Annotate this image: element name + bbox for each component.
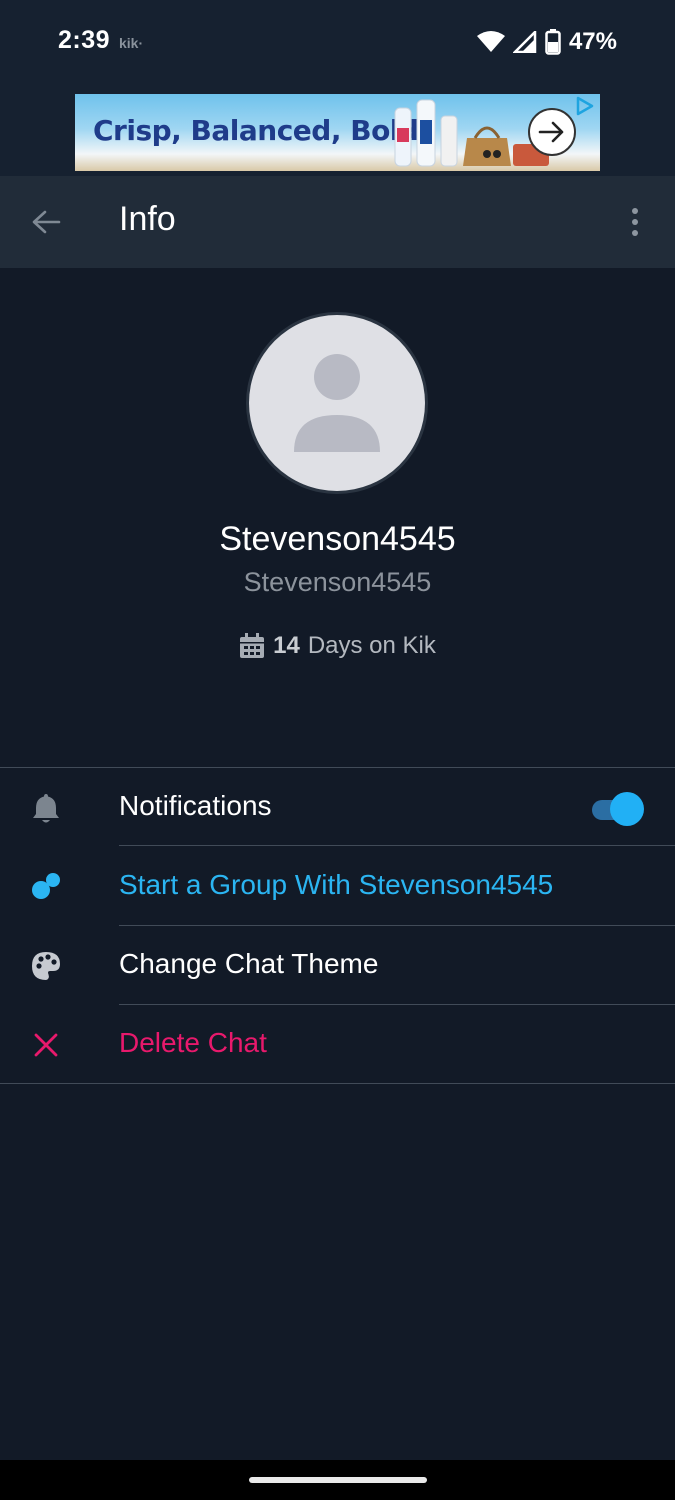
page-title: Info — [119, 200, 176, 238]
battery-percent: 47% — [568, 28, 617, 55]
wifi-icon — [476, 31, 505, 52]
arrow-right-icon[interactable] — [528, 108, 576, 156]
bell-icon — [28, 790, 64, 826]
days-on-kik: 14 Days on Kik — [0, 632, 675, 660]
ad-strip: Crisp, Balanced, Bold — [0, 84, 675, 176]
arrow-left-icon — [32, 210, 61, 234]
change-theme-row[interactable]: Change Chat Theme — [0, 926, 675, 1004]
status-icons: 47% — [476, 28, 617, 56]
battery-icon — [545, 29, 561, 55]
days-count: 14 — [273, 632, 300, 659]
avatar[interactable] — [246, 312, 428, 494]
app-bar: Info — [0, 176, 675, 268]
close-icon — [28, 1027, 64, 1063]
ad-headline: Crisp, Balanced, Bold — [93, 114, 419, 147]
ad-banner[interactable]: Crisp, Balanced, Bold — [75, 94, 600, 171]
username: Stevenson4545 — [243, 567, 432, 597]
more-vert-icon — [632, 208, 638, 236]
status-time: 2:39 — [58, 26, 111, 54]
start-group-label: Start a Group With Stevenson4545 — [119, 869, 554, 900]
days-label: Days on Kik — [307, 632, 436, 659]
toggle-knob — [610, 792, 644, 826]
divider — [0, 1083, 675, 1084]
palette-icon — [28, 948, 64, 984]
notifications-toggle[interactable] — [592, 792, 644, 826]
display-name: Stevenson4545 — [219, 520, 456, 558]
change-theme-label: Change Chat Theme — [119, 948, 379, 979]
divider — [119, 845, 675, 846]
delete-chat-row[interactable]: Delete Chat — [0, 1005, 675, 1083]
adchoices-icon[interactable] — [574, 96, 596, 116]
notifications-row[interactable]: Notifications — [0, 768, 675, 846]
back-button[interactable] — [26, 202, 66, 242]
default-avatar-icon — [249, 315, 425, 491]
system-nav-bar — [0, 1460, 675, 1500]
status-bar: 2:39 kik· 47% — [0, 0, 675, 84]
group-icon — [28, 869, 64, 905]
overflow-menu-button[interactable] — [621, 202, 649, 242]
start-group-row[interactable]: Start a Group With Stevenson4545 — [0, 847, 675, 925]
notifications-label: Notifications — [119, 790, 272, 821]
home-gesture-handle[interactable] — [249, 1477, 427, 1483]
kik-notification-icon: kik· — [119, 35, 144, 51]
calendar-icon — [240, 633, 265, 658]
cell-signal-icon — [512, 31, 537, 53]
delete-chat-label: Delete Chat — [119, 1027, 267, 1058]
